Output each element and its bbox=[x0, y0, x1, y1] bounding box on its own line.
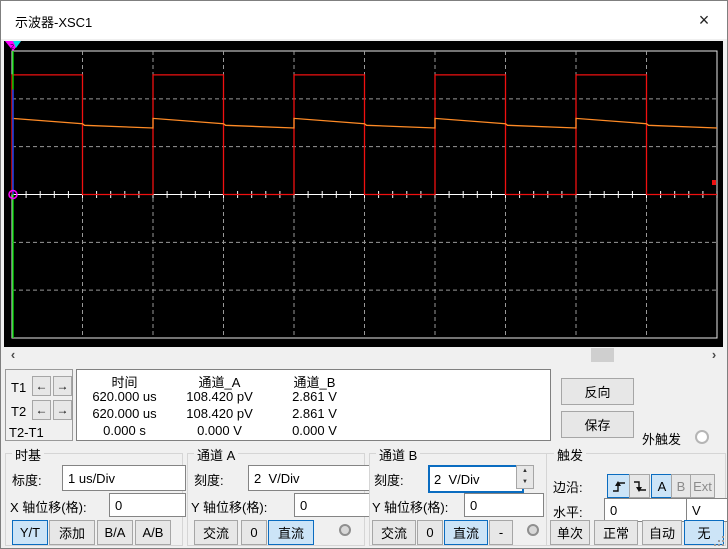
readout-table: 时间 通道_A 通道_B 620.000 us 108.420 pV 2.861… bbox=[76, 369, 551, 441]
trigger-rising-edge-button[interactable] bbox=[607, 474, 630, 498]
window-title: 示波器-XSC1 bbox=[15, 15, 93, 30]
trace-channel-a bbox=[11, 74, 717, 196]
save-button[interactable]: 保存 bbox=[561, 411, 634, 438]
channel-b-minus-button[interactable]: - bbox=[489, 520, 513, 545]
title-bar[interactable]: 示波器-XSC1 × bbox=[1, 1, 727, 39]
channel-b-scale-spinner[interactable]: ▲ ▼ bbox=[516, 465, 534, 489]
t1-left-button[interactable]: ← bbox=[32, 376, 51, 396]
cursor-t1-label: T1 bbox=[11, 380, 27, 395]
resize-grip[interactable] bbox=[713, 535, 725, 547]
rising-edge-icon bbox=[612, 481, 625, 492]
t1-channel-b: 2.861 V bbox=[292, 389, 337, 404]
channel-b-scale-label: 刻度: bbox=[374, 473, 404, 488]
timebase-group: 时基 标度: 1 us/Div X 轴位移(格): 0 Y/T 添加 B/A A… bbox=[5, 445, 186, 546]
channel-b-scale-input[interactable]: 2 V/Div bbox=[428, 465, 524, 493]
channel-a-dc-button[interactable]: 直流 bbox=[268, 520, 314, 545]
spinner-up-icon[interactable]: ▲ bbox=[517, 466, 533, 477]
readout-row-t1: 620.000 us 108.420 pV 2.861 V bbox=[77, 389, 550, 406]
trigger-source-ext-button[interactable]: Ext bbox=[690, 474, 715, 498]
trigger-single-button[interactable]: 单次 bbox=[550, 520, 590, 545]
scroll-right-icon[interactable]: › bbox=[707, 348, 721, 362]
channel-b-terminal[interactable] bbox=[527, 524, 539, 536]
scope-display[interactable]: 2 bbox=[4, 41, 723, 347]
timebase-scale-input[interactable]: 1 us/Div bbox=[62, 465, 186, 491]
t2-right-button[interactable]: → bbox=[53, 400, 72, 420]
diff-channel-a: 0.000 V bbox=[197, 423, 242, 438]
channel-b-group: 通道 B 刻度: 2 V/Div ▲ ▼ Y 轴位移(格): 0 交流 0 直流… bbox=[369, 445, 547, 546]
timebase-xpos-label: X 轴位移(格): bbox=[10, 500, 87, 515]
cursor-panel: T1 ← → T2 ← → T2-T1 bbox=[5, 369, 73, 441]
diff-channel-b: 0.000 V bbox=[292, 423, 337, 438]
t1-right-button[interactable]: → bbox=[53, 376, 72, 396]
channel-b-zero-button[interactable]: 0 bbox=[417, 520, 443, 545]
scroll-left-icon[interactable]: ‹ bbox=[6, 348, 20, 362]
t2-channel-a: 108.420 pV bbox=[186, 406, 253, 421]
channel-a-group: 通道 A 刻度: 2 V/Div Y 轴位移(格): 0 交流 0 直流 bbox=[187, 445, 371, 546]
channel-b-ac-button[interactable]: 交流 bbox=[372, 520, 416, 545]
falling-edge-icon bbox=[633, 481, 646, 492]
col-channel-b: 通道_B bbox=[293, 375, 336, 390]
scope-scrollbar[interactable]: ‹ › bbox=[4, 347, 723, 364]
t2-channel-b: 2.861 V bbox=[292, 406, 337, 421]
col-channel-a: 通道_A bbox=[198, 375, 241, 390]
trigger-group: 触发 边沿: A B Ext 水平: 0 V 单次 正常 自动 无 bbox=[546, 445, 727, 546]
timebase-scale-label: 标度: bbox=[12, 473, 42, 488]
channel-a-ac-button[interactable]: 交流 bbox=[194, 520, 238, 545]
oscilloscope-window: 示波器-XSC1 × 2 ‹ › T1 ← → T2 ← → T2-T1 时间 … bbox=[0, 0, 728, 549]
timebase-mode-ab-button[interactable]: A/B bbox=[135, 520, 171, 545]
t1-channel-a: 108.420 pV bbox=[186, 389, 253, 404]
trigger-edge-label: 边沿: bbox=[553, 480, 583, 495]
readout-header-row: 时间 通道_A 通道_B bbox=[77, 372, 550, 390]
timebase-title: 时基 bbox=[12, 445, 45, 464]
channel-a-zero-button[interactable]: 0 bbox=[241, 520, 267, 545]
t2-time: 620.000 us bbox=[92, 406, 157, 421]
timebase-mode-add-button[interactable]: 添加 bbox=[49, 520, 95, 545]
trigger-falling-edge-button[interactable] bbox=[629, 474, 650, 498]
channel-a-scale-label: 刻度: bbox=[194, 473, 224, 488]
cursor-t2-label: T2 bbox=[11, 404, 27, 419]
channel-a-ypos-label: Y 轴位移(格): bbox=[191, 500, 268, 515]
diff-time: 0.000 s bbox=[103, 423, 146, 438]
ext-trigger-terminal[interactable] bbox=[695, 430, 709, 444]
trigger-title: 触发 bbox=[554, 445, 587, 464]
cursor-badge: 2 bbox=[10, 43, 14, 51]
channel-a-scale-input[interactable]: 2 V/Div bbox=[248, 465, 371, 491]
trigger-level-input[interactable]: 0 bbox=[604, 498, 692, 522]
scope-svg: 2 bbox=[5, 41, 718, 339]
trigger-source-b-button[interactable]: B bbox=[671, 474, 691, 498]
channel-a-terminal[interactable] bbox=[339, 524, 351, 536]
channel-b-dc-button[interactable]: 直流 bbox=[444, 520, 488, 545]
reverse-button[interactable]: 反向 bbox=[561, 378, 634, 405]
channel-a-ypos-input[interactable]: 0 bbox=[294, 493, 371, 517]
channel-b-title: 通道 B bbox=[376, 445, 421, 464]
trigger-source-a-button[interactable]: A bbox=[651, 474, 673, 498]
channel-b-ypos-label: Y 轴位移(格): bbox=[372, 500, 449, 515]
ext-trigger-label: 外触发 bbox=[642, 432, 682, 447]
channel-a-title: 通道 A bbox=[194, 445, 239, 464]
t1-time: 620.000 us bbox=[92, 389, 157, 404]
trace-a-right-marker bbox=[712, 180, 716, 185]
trigger-level-unit-select[interactable]: V bbox=[686, 498, 727, 522]
close-icon[interactable]: × bbox=[689, 8, 719, 33]
trigger-normal-button[interactable]: 正常 bbox=[594, 520, 638, 545]
timebase-xpos-input[interactable]: 0 bbox=[109, 493, 186, 517]
cursor-diff-label: T2-T1 bbox=[9, 425, 44, 440]
timebase-mode-ba-button[interactable]: B/A bbox=[97, 520, 133, 545]
spinner-down-icon[interactable]: ▼ bbox=[517, 477, 533, 488]
readout-row-t2: 620.000 us 108.420 pV 2.861 V bbox=[77, 406, 550, 423]
trigger-level-label: 水平: bbox=[553, 505, 583, 520]
scrollbar-thumb[interactable] bbox=[591, 348, 614, 362]
col-time: 时间 bbox=[111, 375, 138, 390]
channel-b-ypos-input[interactable]: 0 bbox=[464, 493, 544, 517]
trigger-auto-button[interactable]: 自动 bbox=[642, 520, 682, 545]
readout-row-diff: 0.000 s 0.000 V 0.000 V bbox=[77, 423, 550, 440]
t2-left-button[interactable]: ← bbox=[32, 400, 51, 420]
timebase-mode-yt-button[interactable]: Y/T bbox=[12, 520, 48, 545]
